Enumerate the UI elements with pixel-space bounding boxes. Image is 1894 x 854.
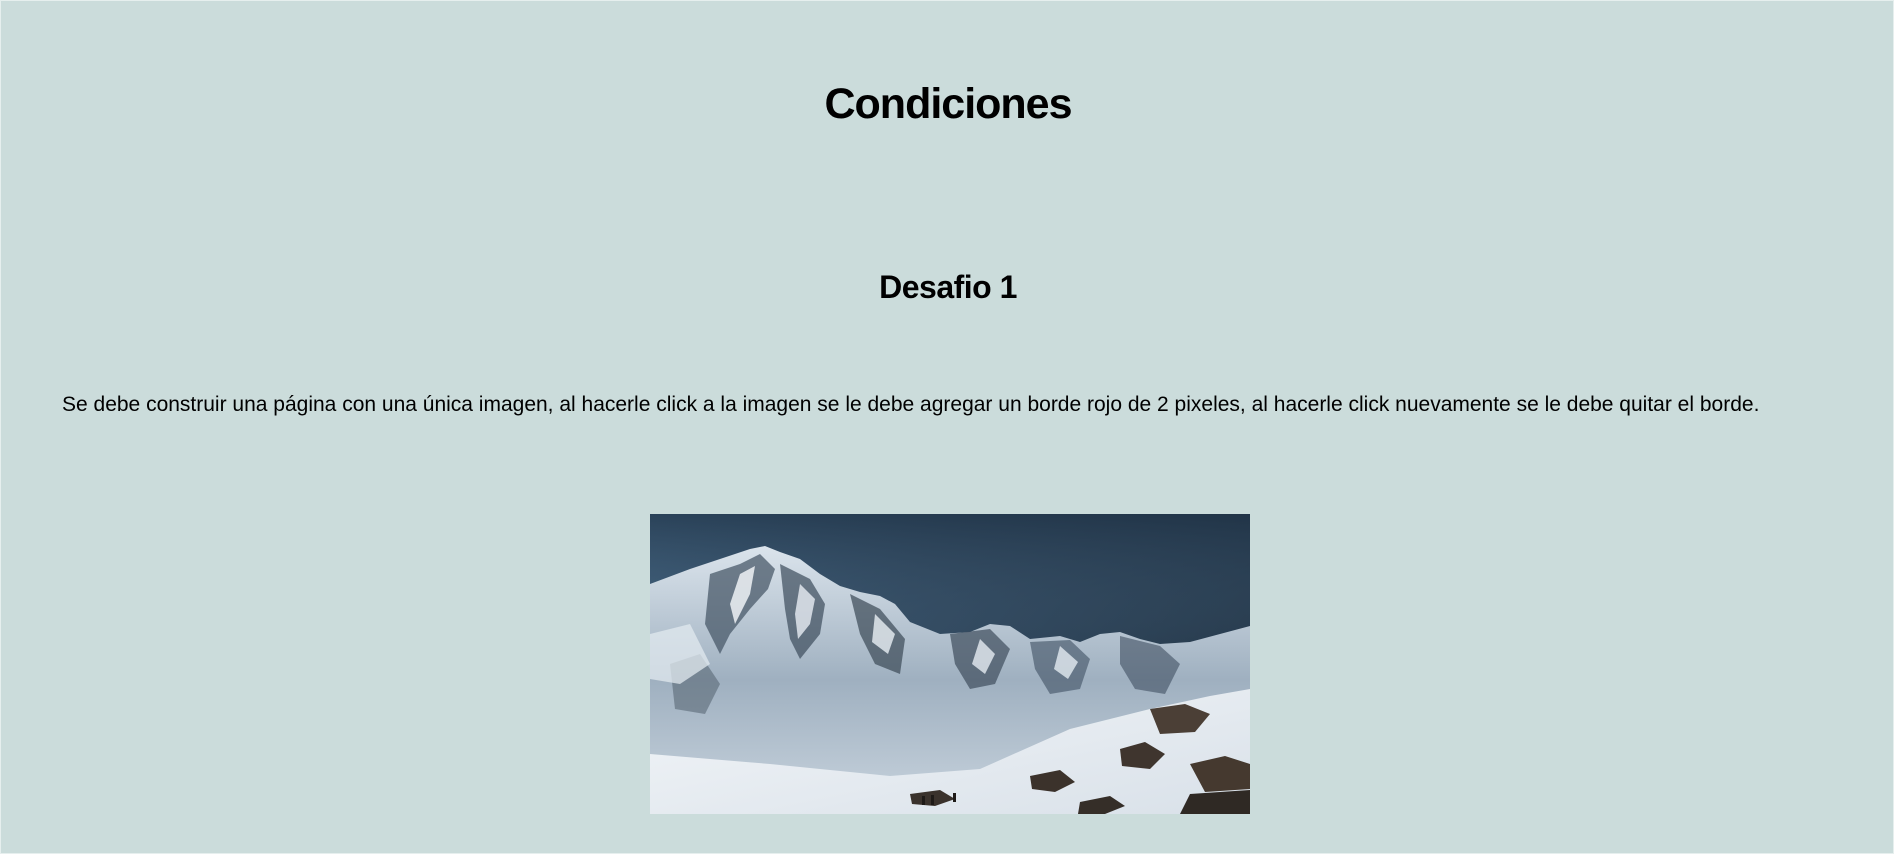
mountain-image[interactable]: [650, 514, 1250, 814]
challenge-title: Desafio 1: [879, 269, 1017, 305]
page-container: Condiciones Desafio 1 Se debe construir …: [0, 0, 1894, 854]
challenge-description: Se debe construir una página con una úni…: [62, 393, 1760, 416]
page-title: Condiciones: [824, 80, 1072, 128]
